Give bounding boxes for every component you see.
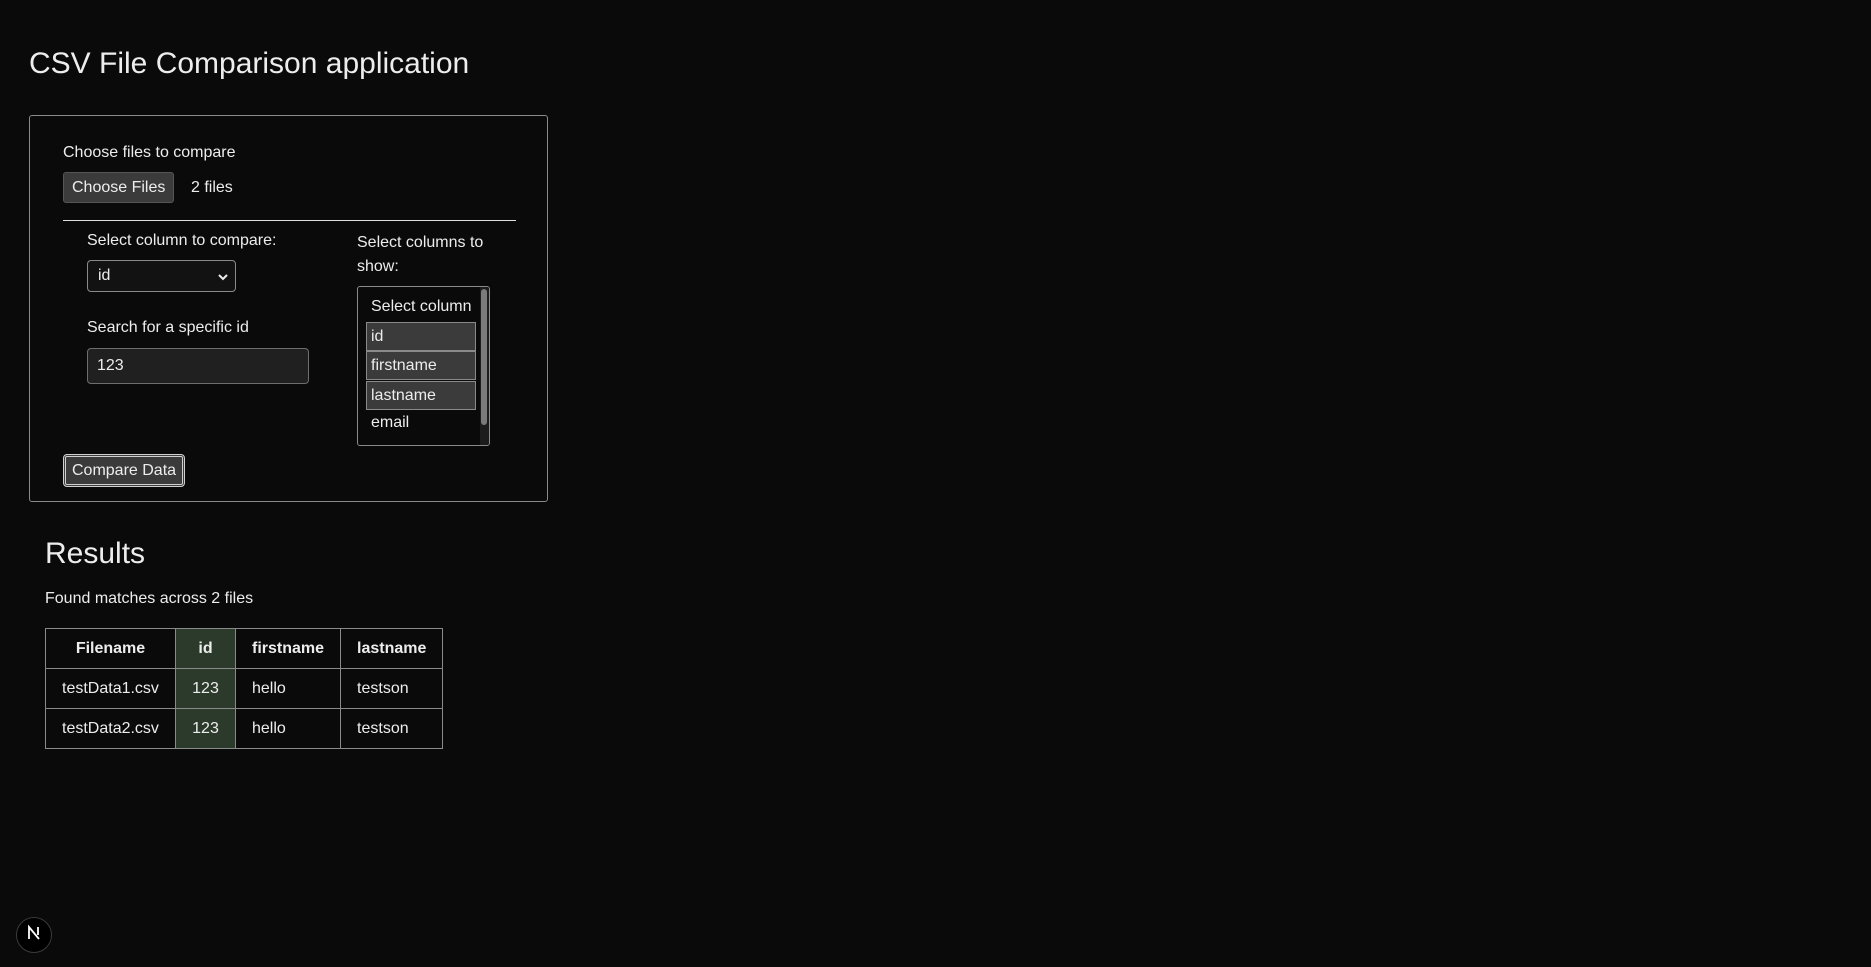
nextjs-dev-badge[interactable]	[16, 917, 52, 953]
page: CSV File Comparison application Choose f…	[0, 0, 1871, 967]
column-header-filename: Filename	[45, 628, 176, 669]
column-header-id: id	[175, 628, 236, 669]
cell-filename: testData1.csv	[45, 668, 176, 709]
column-option-lastname[interactable]: lastname	[366, 381, 476, 410]
scrollbar[interactable]	[480, 287, 489, 445]
cell-firstname: hello	[234, 668, 342, 709]
cell-id: 123	[175, 668, 236, 709]
show-columns-select[interactable]: Select column id firstname lastname emai…	[357, 286, 490, 446]
cell-lastname: testson	[340, 708, 444, 749]
table-header-row: Filename id firstname lastname	[45, 628, 444, 669]
cell-firstname: hello	[234, 708, 342, 749]
column-header-firstname: firstname	[234, 628, 342, 669]
compare-column-label: Select column to compare:	[87, 232, 277, 249]
table-row: testData2.csv 123 hello testson	[45, 708, 444, 749]
column-option-id[interactable]: id	[366, 322, 476, 351]
column-header-lastname: lastname	[340, 628, 444, 669]
choose-files-label: Choose files to compare	[63, 144, 236, 161]
file-count: 2 files	[191, 179, 233, 196]
results-table: Filename id firstname lastname testData1…	[45, 628, 444, 749]
results-heading: Results	[45, 537, 146, 570]
form-divider	[63, 220, 516, 221]
results-summary: Found matches across 2 files	[45, 590, 254, 607]
page-title: CSV File Comparison application	[29, 47, 470, 80]
table-row: testData1.csv 123 hello testson	[45, 668, 444, 709]
compare-column-value: id	[98, 267, 111, 284]
search-input[interactable]	[87, 348, 309, 384]
show-columns-label: Select columns to show:	[357, 234, 484, 275]
scrollbar-thumb[interactable]	[481, 289, 487, 425]
cell-id: 123	[175, 708, 236, 749]
compare-form: Choose files to compare Choose Files 2 f…	[29, 115, 548, 502]
nextjs-logo-icon	[25, 924, 43, 947]
compare-data-button[interactable]: Compare Data	[63, 454, 186, 487]
compare-column-select[interactable]: id	[87, 260, 236, 292]
chevron-down-icon	[217, 261, 229, 291]
search-label: Search for a specific id	[87, 319, 249, 336]
column-option-firstname[interactable]: firstname	[366, 351, 476, 380]
column-option-placeholder[interactable]: Select column	[366, 293, 476, 322]
cell-lastname: testson	[340, 668, 444, 709]
choose-files-button[interactable]: Choose Files	[63, 172, 175, 203]
cell-filename: testData2.csv	[45, 708, 176, 749]
column-option-email[interactable]: email	[366, 409, 476, 438]
